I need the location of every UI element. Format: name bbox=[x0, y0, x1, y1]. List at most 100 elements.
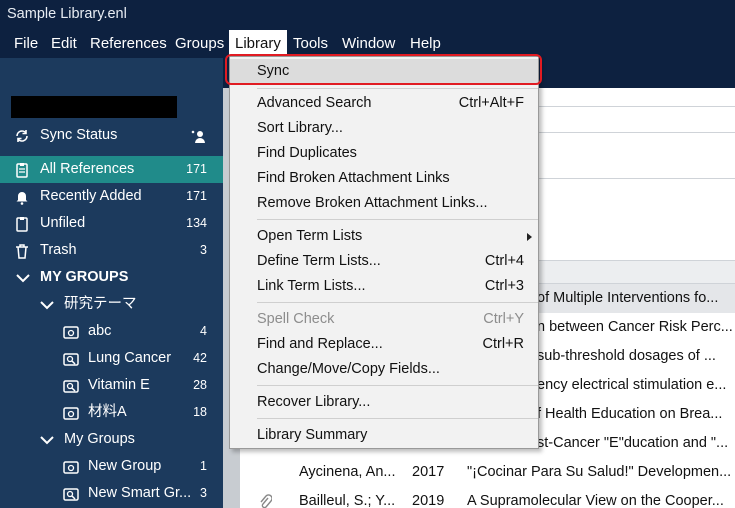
menu-window[interactable]: Window bbox=[336, 30, 401, 57]
trash-icon bbox=[16, 244, 28, 259]
menu-item-label: Library Summary bbox=[257, 427, 368, 443]
menu-item-advanced-search[interactable]: Advanced Search Ctrl+Alt+F bbox=[230, 91, 538, 116]
group-item-new-group[interactable]: New Group 1 bbox=[0, 453, 223, 480]
menu-separator bbox=[257, 88, 538, 89]
group-item-label: New Smart Gr... bbox=[88, 485, 192, 501]
group-item-new-smart-group[interactable]: New Smart Gr... 3 bbox=[0, 480, 223, 507]
menu-item-define-term-lists[interactable]: Define Term Lists... Ctrl+4 bbox=[230, 249, 538, 274]
sidebar-item-unfiled[interactable]: Unfiled 134 bbox=[0, 210, 223, 237]
menu-file[interactable]: File bbox=[8, 30, 44, 57]
menu-shortcut: Ctrl+Y bbox=[483, 311, 524, 327]
reference-year: 2017 bbox=[412, 464, 445, 480]
sidebar-item-all-references[interactable]: All References 171 bbox=[0, 156, 223, 183]
menu-item-remove-broken-links[interactable]: Remove Broken Attachment Links... bbox=[230, 191, 538, 216]
reference-count: 134 bbox=[186, 216, 207, 230]
menu-item-open-term-lists[interactable]: Open Term Lists bbox=[230, 224, 538, 249]
reference-count: 18 bbox=[193, 405, 207, 419]
clipboard-icon bbox=[16, 163, 28, 178]
menu-references[interactable]: References bbox=[84, 30, 173, 57]
reference-count: 171 bbox=[186, 162, 207, 176]
user-sync-icon[interactable] bbox=[190, 128, 206, 144]
menu-tools[interactable]: Tools bbox=[287, 30, 334, 57]
smart-group-icon bbox=[63, 353, 79, 366]
menu-separator bbox=[257, 302, 538, 303]
reference-title: n between Cancer Risk Perc... bbox=[537, 319, 733, 335]
group-item-label: New Group bbox=[88, 458, 162, 474]
menu-edit[interactable]: Edit bbox=[45, 30, 83, 57]
reference-author: Aycinena, An... bbox=[299, 464, 396, 480]
sidebar-item-trash[interactable]: Trash 3 bbox=[0, 237, 223, 264]
menu-separator bbox=[257, 385, 538, 386]
group-item-label: 材料A bbox=[88, 404, 127, 420]
group-item-vitamin-e[interactable]: Vitamin E 28 bbox=[0, 372, 223, 399]
reference-year: 2019 bbox=[412, 493, 445, 508]
reference-title: f Health Education on Brea... bbox=[537, 406, 723, 422]
chevron-down-icon[interactable] bbox=[39, 432, 55, 448]
menu-item-library-summary[interactable]: Library Summary bbox=[230, 423, 538, 448]
reference-count: 171 bbox=[186, 189, 207, 203]
clipboard-icon bbox=[16, 217, 28, 232]
group-icon bbox=[63, 326, 79, 339]
group-set-my-groups[interactable]: My Groups bbox=[0, 426, 223, 453]
chevron-down-icon[interactable] bbox=[15, 270, 31, 286]
smart-group-icon bbox=[63, 380, 79, 393]
menu-item-label: Sort Library... bbox=[257, 120, 343, 136]
group-item-label: Lung Cancer bbox=[88, 350, 172, 366]
menu-item-sort-library[interactable]: Sort Library... bbox=[230, 116, 538, 141]
my-groups-header[interactable]: MY GROUPS bbox=[0, 264, 223, 291]
group-item-lung-cancer[interactable]: Lung Cancer 42 bbox=[0, 345, 223, 372]
window-title: Sample Library.enl bbox=[7, 6, 127, 22]
table-row[interactable]: Aycinena, An... 2017 "¡Cocinar Para Su S… bbox=[240, 458, 735, 487]
menu-item-label: Find Broken Attachment Links bbox=[257, 170, 450, 186]
menu-item-label: Advanced Search bbox=[257, 95, 372, 111]
reference-author: Bailleul, S.; Y... bbox=[299, 493, 396, 508]
reference-count: 28 bbox=[193, 378, 207, 392]
menu-item-spell-check: Spell Check Ctrl+Y bbox=[230, 307, 538, 332]
menu-item-label: Find and Replace... bbox=[257, 336, 383, 352]
menu-item-label: Change/Move/Copy Fields... bbox=[257, 361, 440, 377]
group-icon bbox=[63, 461, 79, 474]
group-set-label: My Groups bbox=[64, 431, 135, 447]
sidebar-item-label: All References bbox=[40, 161, 135, 177]
menu-groups[interactable]: Groups bbox=[169, 30, 230, 57]
menu-item-change-fields[interactable]: Change/Move/Copy Fields... bbox=[230, 357, 538, 382]
menu-library[interactable]: Library bbox=[229, 30, 287, 57]
submenu-arrow-icon bbox=[527, 233, 532, 241]
reference-count: 42 bbox=[193, 351, 207, 365]
menu-help[interactable]: Help bbox=[404, 30, 447, 57]
reference-count: 3 bbox=[200, 486, 207, 500]
menu-shortcut: Ctrl+Alt+F bbox=[458, 95, 524, 111]
reference-count: 1 bbox=[200, 459, 207, 473]
menu-item-link-term-lists[interactable]: Link Term Lists... Ctrl+3 bbox=[230, 274, 538, 299]
menu-item-find-duplicates[interactable]: Find Duplicates bbox=[230, 141, 538, 166]
chevron-down-icon[interactable] bbox=[39, 297, 55, 313]
sync-status-item[interactable]: Sync Status bbox=[0, 122, 223, 149]
reference-title: of Multiple Interventions fo... bbox=[537, 290, 719, 306]
menu-item-find-and-replace[interactable]: Find and Replace... Ctrl+R bbox=[230, 332, 538, 357]
table-row[interactable]: Bailleul, S.; Y... 2019 A Supramolecular… bbox=[240, 487, 735, 508]
group-item-label: abc bbox=[88, 323, 112, 339]
sidebar-item-recently-added[interactable]: Recently Added 171 bbox=[0, 183, 223, 210]
sidebar-header bbox=[0, 58, 223, 88]
smart-group-icon bbox=[63, 488, 79, 501]
group-item-material-a[interactable]: 材料A 18 bbox=[0, 399, 223, 426]
reference-title: sub-threshold dosages of ... bbox=[537, 348, 716, 364]
menu-item-label: Spell Check bbox=[257, 311, 335, 327]
title-bar: Sample Library.enl bbox=[0, 0, 735, 30]
redacted-account-name bbox=[11, 96, 177, 118]
menu-item-label: Recover Library... bbox=[257, 394, 371, 410]
menu-separator bbox=[257, 418, 538, 419]
bell-icon bbox=[16, 192, 28, 205]
group-icon bbox=[63, 407, 79, 420]
menu-separator bbox=[257, 219, 538, 220]
menu-item-recover-library[interactable]: Recover Library... bbox=[230, 390, 538, 415]
reference-count: 3 bbox=[200, 243, 207, 257]
group-set-research-theme[interactable]: 研究テーマ bbox=[0, 291, 223, 318]
reference-count: 4 bbox=[200, 324, 207, 338]
group-item-abc[interactable]: abc 4 bbox=[0, 318, 223, 345]
highlight-annotation bbox=[225, 54, 542, 85]
menu-item-find-broken-links[interactable]: Find Broken Attachment Links bbox=[230, 166, 538, 191]
sidebar-item-label: Recently Added bbox=[40, 188, 142, 204]
menu-item-label: Find Duplicates bbox=[257, 145, 357, 161]
sync-status-label: Sync Status bbox=[40, 127, 118, 143]
